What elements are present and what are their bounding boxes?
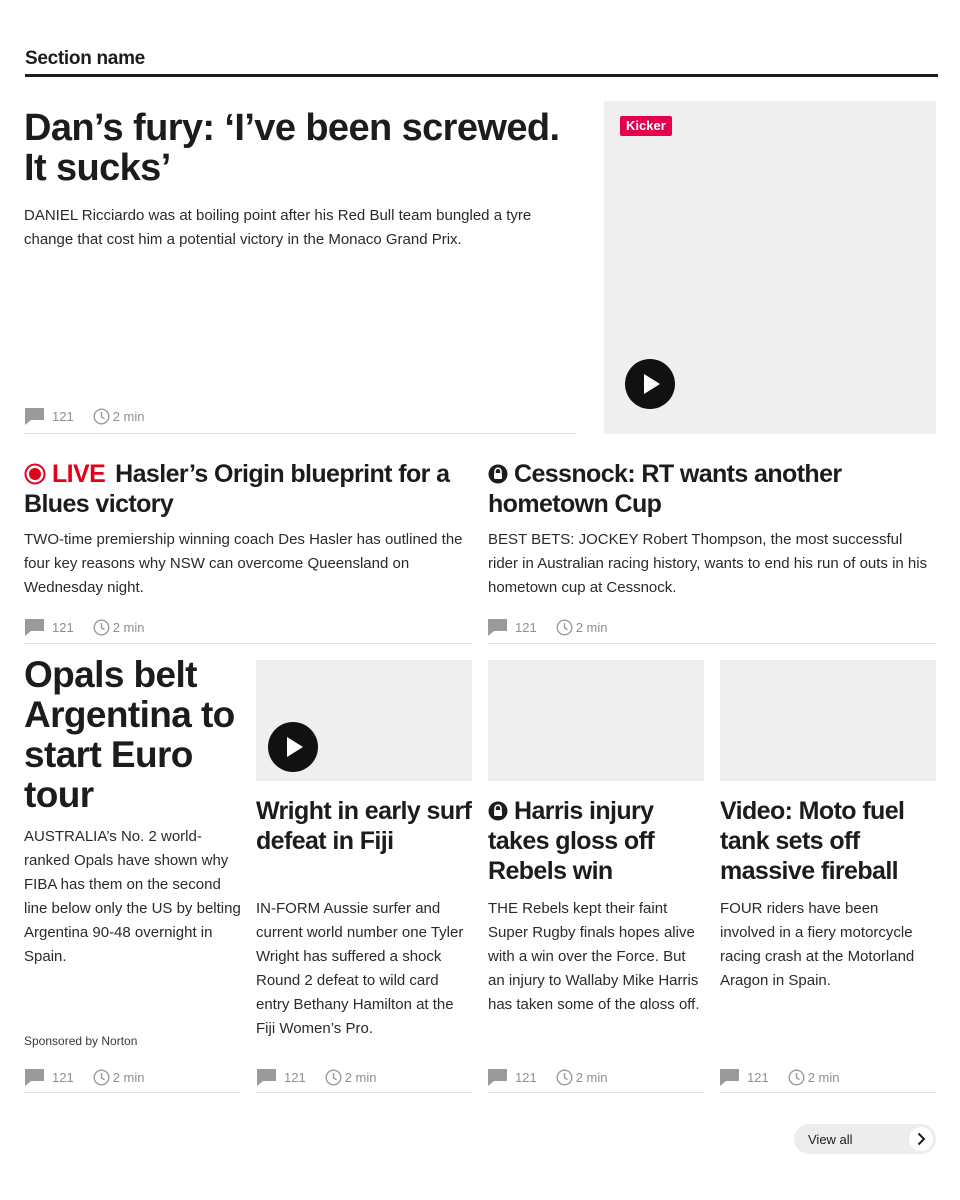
story-divider [720, 1092, 936, 1093]
story-meta: 121 2 min [720, 1068, 840, 1086]
read-time: 2 min [344, 1069, 377, 1085]
comment-icon [25, 407, 44, 425]
story-headline[interactable]: Wright in early surf defeat in Fiji [256, 796, 472, 856]
story-standfirst: TWO-time premiership winning coach Des H… [24, 531, 463, 596]
kicker-badge: Kicker [620, 116, 672, 136]
sponsored-label[interactable]: Sponsored by Norton [24, 1034, 137, 1048]
story-headline[interactable]: Cessnock: RT wants another hometown Cup [488, 459, 936, 519]
clock-icon [93, 618, 110, 636]
story-standfirst: IN-FORM Aussie surfer and current world … [256, 900, 464, 1037]
story-standfirst: BEST BETS: JOCKEY Robert Thompson, the m… [488, 531, 928, 596]
comment-count[interactable]: 121 [52, 1070, 74, 1085]
comment-icon [25, 1068, 44, 1086]
story-headline-text: Harris injury takes gloss off Rebels win [488, 797, 655, 885]
story-meta: 121 2 min [488, 618, 608, 636]
story-headline[interactable]: Harris injury takes gloss off Rebels win [488, 796, 704, 886]
comment-count[interactable]: 121 [515, 1070, 537, 1085]
story-meta: 121 2 min [25, 1068, 145, 1086]
story-divider [24, 643, 472, 644]
play-icon [644, 374, 660, 394]
story-standfirst: FOUR riders have been involved in a fier… [720, 900, 915, 989]
read-time: 2 min [112, 619, 145, 635]
chevron-right-icon [909, 1127, 933, 1151]
story-headline[interactable]: Video: Moto fuel tank sets off massive f… [720, 796, 936, 886]
read-time: 2 min [575, 1069, 608, 1085]
story-headline[interactable]: Opals belt Argentina to start Euro tour [24, 655, 242, 815]
story-divider [488, 643, 936, 644]
lock-icon [488, 801, 508, 821]
clock-icon [788, 1068, 805, 1086]
comment-icon [25, 618, 44, 636]
comment-count[interactable]: 121 [52, 409, 74, 424]
story-divider [488, 1092, 704, 1093]
play-icon [287, 737, 303, 757]
story-standfirst: AUSTRALIA’s No. 2 world-ranked Opals hav… [24, 828, 241, 965]
comment-count[interactable]: 121 [284, 1070, 306, 1085]
story-divider [256, 1092, 472, 1093]
comment-count[interactable]: 121 [52, 620, 74, 635]
section-rule [25, 74, 938, 77]
clock-icon [556, 618, 573, 636]
comment-icon [257, 1068, 276, 1086]
lead-play-button[interactable] [625, 359, 675, 409]
lead-standfirst: DANIEL Ricciardo was at boiling point af… [24, 207, 532, 248]
comment-icon [488, 1068, 507, 1086]
story-standfirst: THE Rebels kept their faint Super Rugby … [488, 900, 700, 1009]
video-play-button[interactable] [268, 722, 318, 772]
clock-icon [556, 1068, 573, 1086]
comment-count[interactable]: 121 [747, 1070, 769, 1085]
story-meta: 121 2 min [257, 1068, 377, 1086]
live-label: LIVE [52, 460, 106, 488]
story-divider [24, 1092, 240, 1093]
lead-headline[interactable]: Dan’s fury: ‘I’ve been screwed. It sucks… [24, 108, 584, 188]
lead-divider [24, 433, 576, 434]
live-dot-icon [24, 463, 46, 485]
story-headline-text: Cessnock: RT wants another hometown Cup [488, 460, 842, 518]
view-all-button[interactable]: View all [794, 1124, 936, 1154]
story-meta: 121 2 min [488, 1068, 608, 1086]
comment-icon [720, 1068, 739, 1086]
section-title[interactable]: Section name [25, 48, 145, 70]
story-image[interactable] [488, 660, 704, 781]
story-image[interactable] [720, 660, 936, 781]
read-time: 2 min [807, 1069, 840, 1085]
clock-icon [93, 1068, 110, 1086]
story-headline[interactable]: LIVE Hasler’s Origin blueprint for a Blue… [24, 459, 474, 519]
clock-icon [93, 407, 110, 425]
comment-icon [488, 618, 507, 636]
clock-icon [325, 1068, 342, 1086]
comment-count[interactable]: 121 [515, 620, 537, 635]
lead-meta: 121 2 min [25, 407, 145, 425]
read-time: 2 min [575, 619, 608, 635]
story-meta: 121 2 min [25, 618, 145, 636]
lock-icon [488, 464, 508, 484]
read-time: 2 min [112, 1069, 145, 1085]
view-all-label: View all [808, 1131, 853, 1147]
read-time: 2 min [112, 408, 145, 424]
